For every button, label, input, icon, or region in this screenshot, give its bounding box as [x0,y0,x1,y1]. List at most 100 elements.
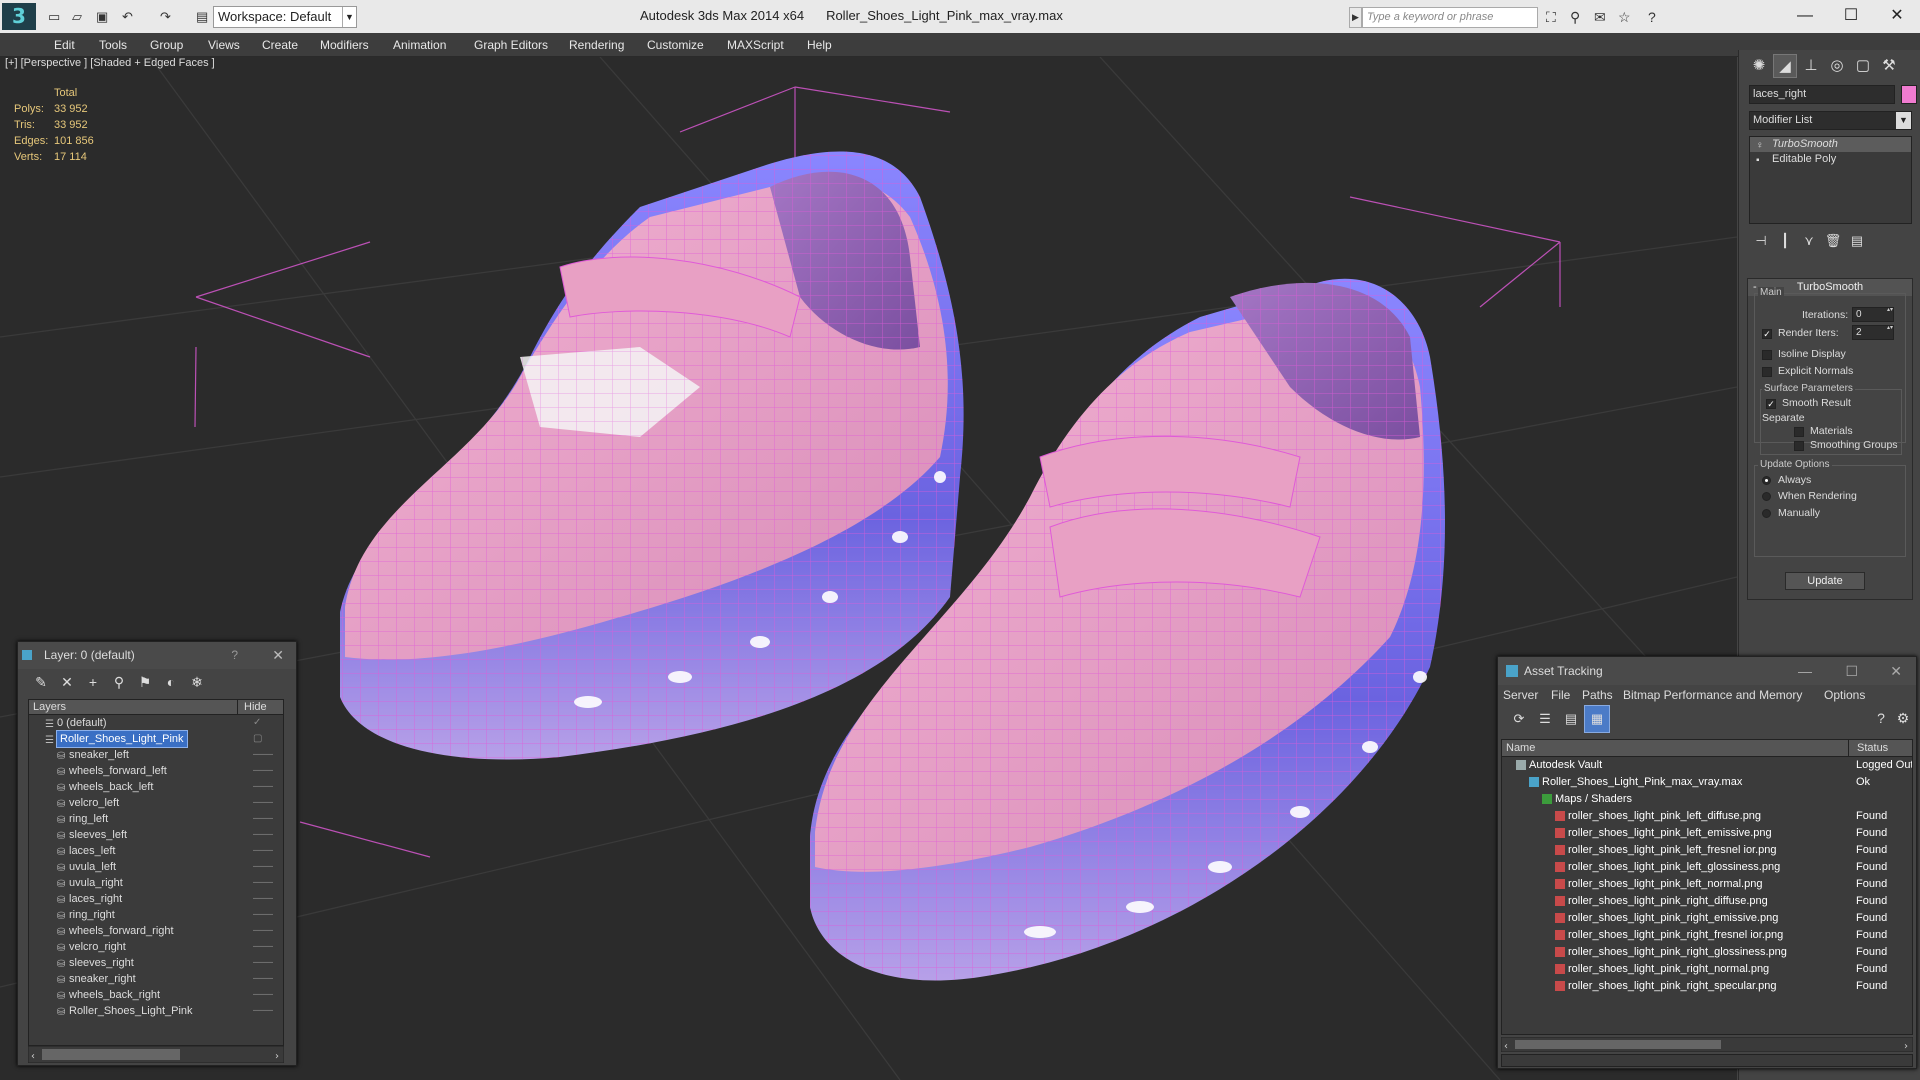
layer-name[interactable]: 0 (default) [57,715,107,731]
viewport-label[interactable]: [+] [Perspective ] [Shaded + Edged Faces… [5,57,215,69]
hierarchy-tab-icon[interactable]: ⊥ [1799,54,1823,78]
modifier-list-dropdown[interactable]: Modifier List ▼ [1749,111,1912,130]
asset-menu-file[interactable]: File [1551,688,1570,702]
help-icon[interactable]: ? [1648,9,1656,25]
smoothing-groups-checkbox[interactable] [1794,441,1804,451]
when-rendering-radio[interactable] [1762,492,1771,501]
layer-list[interactable]: Layers Hide ☰ 0 (default) ✓ ☰ Roller_Shoes_L… [28,699,284,1046]
asset-menu-server[interactable]: Server [1503,688,1538,702]
details-view-icon[interactable]: ▤ [1558,706,1584,732]
layer-window-titlebar[interactable]: Layer: 0 (default) ? ✕ [18,642,296,669]
delete-layer-icon[interactable]: ✕ [54,669,80,695]
hide-toggle[interactable]: —— [253,971,273,987]
layer-row[interactable]: ☰ 0 (default) ✓ [29,715,283,731]
list-view-icon[interactable]: ☰ [1532,706,1558,732]
select-objects-icon[interactable]: ⚲ [106,669,132,695]
iterations-spinner[interactable]: 0 [1852,307,1894,322]
hide-toggle[interactable]: —— [253,987,273,1003]
hide-toggle[interactable]: —— [253,955,273,971]
hide-toggle[interactable]: —— [253,923,273,939]
materials-checkbox[interactable] [1794,427,1804,437]
search-input[interactable]: Type a keyword or phrase [1362,7,1538,28]
layer-horizontal-scrollbar[interactable]: ‹ › [28,1046,284,1063]
layer-row[interactable]: ⛁ laces_right —— [29,891,283,907]
asset-window-titlebar[interactable]: Asset Tracking — ☐ ✕ [1498,657,1916,685]
modifier-stack[interactable]: ♀ TurboSmooth ▪ Editable Poly [1749,136,1912,224]
update-button[interactable]: Update [1785,572,1865,590]
app-logo-icon[interactable]: 3 [2,3,36,30]
smooth-result-checkbox[interactable]: ✓ [1766,399,1776,409]
layer-name[interactable]: laces_right [69,891,122,907]
remove-modifier-icon[interactable]: 🗑 [1821,230,1845,252]
asset-row[interactable]: roller_shoes_light_pink_right_emissive.p… [1502,910,1912,927]
layer-name[interactable]: Roller_Shoes_Light_Pink [69,1003,193,1019]
undo-icon[interactable]: ↶ [122,9,133,25]
close-button[interactable]: ✕ [1878,4,1916,28]
menu-group[interactable]: Group [150,38,183,52]
redo-icon[interactable]: ↷ [160,9,171,25]
hide-toggle[interactable]: —— [253,763,273,779]
layer-name[interactable]: wheels_forward_right [69,923,174,939]
asset-horizontal-scrollbar[interactable]: ‹ › [1501,1037,1913,1052]
binoculars-icon[interactable]: ⛶ [1546,9,1556,26]
layer-name[interactable]: ring_left [69,811,108,827]
context-help-icon[interactable]: ⚙ [1890,705,1916,731]
layer-row[interactable]: ⛁ uvula_right —— [29,875,283,891]
manually-radio[interactable] [1762,509,1771,518]
layer-row[interactable]: ⛁ sleeves_right —— [29,955,283,971]
asset-row[interactable]: roller_shoes_light_pink_right_diffuse.pn… [1502,893,1912,910]
layer-row[interactable]: ⛁ sneaker_left —— [29,747,283,763]
save-icon[interactable]: ▣ [96,9,108,25]
layer-row[interactable]: ⛁ laces_left —— [29,843,283,859]
communication-icon[interactable]: ✉ [1594,9,1606,26]
hide-toggle[interactable]: ✓ [253,715,261,731]
hide-toggle[interactable]: —— [253,907,273,923]
hide-all-icon[interactable]: ◐ [158,669,184,695]
layer-row[interactable]: ⛁ wheels_forward_right —— [29,923,283,939]
asset-row[interactable]: Autodesk Vault Logged Out [1502,757,1912,774]
menu-views[interactable]: Views [208,38,240,52]
isoline-checkbox[interactable] [1762,350,1772,360]
table-view-icon[interactable]: ▦ [1584,705,1610,733]
hide-toggle[interactable]: —— [253,811,273,827]
stack-item-editable-poly[interactable]: ▪ Editable Poly [1750,152,1911,167]
layer-row[interactable]: ⛁ ring_left —— [29,811,283,827]
layer-name[interactable]: Roller_Shoes_Light_Pink [56,730,188,748]
object-name-field[interactable]: laces_right [1749,85,1895,104]
layer-name[interactable]: uvula_right [69,875,123,891]
layer-name[interactable]: sleeves_right [69,955,134,971]
layer-row[interactable]: ⛁ Roller_Shoes_Light_Pink —— [29,1003,283,1019]
asset-row[interactable]: roller_shoes_light_pink_right_normal.png… [1502,961,1912,978]
always-radio[interactable] [1762,476,1771,485]
subscription-icon[interactable]: ⚲ [1570,9,1580,26]
layer-name[interactable]: wheels_forward_left [69,763,167,779]
lightbulb-icon[interactable]: ♀ [1756,138,1764,153]
chevron-down-icon[interactable]: ▼ [342,7,356,27]
layer-name[interactable]: wheels_back_left [69,779,153,795]
hide-toggle[interactable]: —— [253,1003,273,1019]
layer-name[interactable]: uvula_left [69,859,116,875]
asset-row[interactable]: roller_shoes_light_pink_right_specular.p… [1502,978,1912,995]
favorites-icon[interactable]: ☆ [1618,9,1631,26]
layer-row[interactable]: ⛁ wheels_back_right —— [29,987,283,1003]
display-tab-icon[interactable]: ▢ [1851,54,1875,78]
configure-sets-icon[interactable]: ▤ [1845,230,1869,252]
layer-name[interactable]: velcro_left [69,795,119,811]
maximize-icon[interactable]: ☐ [1845,657,1858,685]
refresh-icon[interactable]: ⟳ [1506,706,1532,732]
layer-name[interactable]: sleeves_left [69,827,127,843]
menu-tools[interactable]: Tools [99,38,127,52]
highlight-layer-icon[interactable]: ⚑ [132,669,158,695]
workspace-dropdown[interactable]: Workspace: Default ▼ [213,6,357,28]
hide-toggle[interactable]: —— [253,891,273,907]
new-layer-icon[interactable]: ✎ [28,669,54,695]
asset-row[interactable]: roller_shoes_light_pink_left_emissive.pn… [1502,825,1912,842]
asset-row[interactable]: roller_shoes_light_pink_left_diffuse.png… [1502,808,1912,825]
open-file-icon[interactable]: ▱ [72,9,82,25]
layer-row[interactable]: ⛁ velcro_right —— [29,939,283,955]
layer-name[interactable]: sneaker_left [69,747,129,763]
hide-toggle[interactable]: —— [253,875,273,891]
asset-row[interactable]: roller_shoes_light_pink_left_fresnel ior… [1502,842,1912,859]
layer-name[interactable]: velcro_right [69,939,126,955]
project-folder-icon[interactable]: ▤ [196,9,208,25]
